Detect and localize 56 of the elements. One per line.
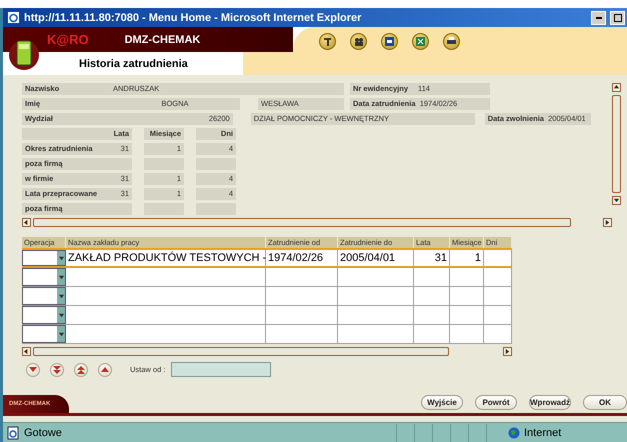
app-name: DMZ-CHEMAK: [124, 34, 200, 46]
next-button[interactable]: [26, 362, 40, 376]
down-arrow-icon: [58, 274, 64, 280]
down-arrow-icon: [58, 312, 64, 318]
action-button[interactable]: OK: [583, 395, 627, 410]
down-arrow-icon: [58, 254, 64, 262]
first-button[interactable]: [74, 362, 88, 376]
scroll-up-button[interactable]: [612, 83, 620, 92]
table-row[interactable]: ZAKŁAD PRODUKTÓW TESTOWYCH - 1974/02/26 2005/04/01 31 1: [22, 248, 512, 268]
down-arrow-icon: [58, 292, 64, 300]
brand-name: K@RO: [47, 32, 89, 47]
left-arrow-icon: [23, 219, 30, 226]
table-cell: 2005/04/01: [338, 250, 414, 266]
minimize-icon: [596, 16, 602, 18]
table-cell: 31: [414, 250, 450, 266]
up-arrow-icon: [612, 84, 620, 91]
window-title: http://11.11.11.80:7080 - Menu Home - Microsoft Internet Explorer: [24, 12, 362, 24]
down-arrow-icon: [612, 197, 620, 204]
operation-dropdown[interactable]: [22, 287, 66, 305]
tool-icon[interactable]: [319, 33, 336, 50]
action-button[interactable]: Wprowadź: [529, 395, 571, 410]
maximize-button[interactable]: [610, 10, 625, 24]
table-cell: 1974/02/26: [266, 250, 338, 266]
right-arrow-icon: [604, 219, 611, 226]
operation-dropdown[interactable]: [22, 268, 66, 286]
last-button[interactable]: [50, 362, 64, 376]
table-cell: 1: [450, 250, 484, 266]
right-arrow-icon: [504, 348, 511, 355]
down-arrow-icon: [29, 367, 37, 372]
operation-dropdown[interactable]: [22, 250, 66, 266]
scroll-right-button[interactable]: [503, 347, 512, 356]
scroll-down-button[interactable]: [612, 196, 620, 205]
security-zone: Internet: [524, 426, 562, 438]
double-up-arrow-icon: [77, 366, 85, 374]
left-arrow-icon: [23, 348, 30, 355]
double-down-arrow-icon: [53, 366, 61, 374]
action-button[interactable]: Wyjście: [421, 395, 463, 410]
printer-icon[interactable]: [443, 33, 460, 50]
action-button[interactable]: Powrót: [475, 395, 517, 410]
minimize-button[interactable]: [591, 10, 606, 24]
operation-dropdown[interactable]: [22, 325, 66, 343]
people-icon[interactable]: [350, 33, 367, 50]
previous-button[interactable]: [98, 362, 112, 376]
globe-icon: [508, 426, 520, 438]
scroll-right-button[interactable]: [603, 218, 612, 227]
browser-icon: [7, 11, 20, 24]
maximize-icon: [614, 14, 622, 22]
set-from-field[interactable]: [171, 362, 272, 377]
down-arrow-icon: [58, 330, 64, 338]
page-icon: [6, 426, 20, 440]
operation-dropdown[interactable]: [22, 306, 66, 324]
up-arrow-icon: [101, 367, 109, 372]
scroll-left-button[interactable]: [22, 218, 31, 227]
scroll-left-button[interactable]: [22, 347, 31, 356]
status-text: Gotowe: [24, 426, 63, 438]
table-cell: ZAKŁAD PRODUKTÓW TESTOWYCH -: [66, 250, 266, 266]
